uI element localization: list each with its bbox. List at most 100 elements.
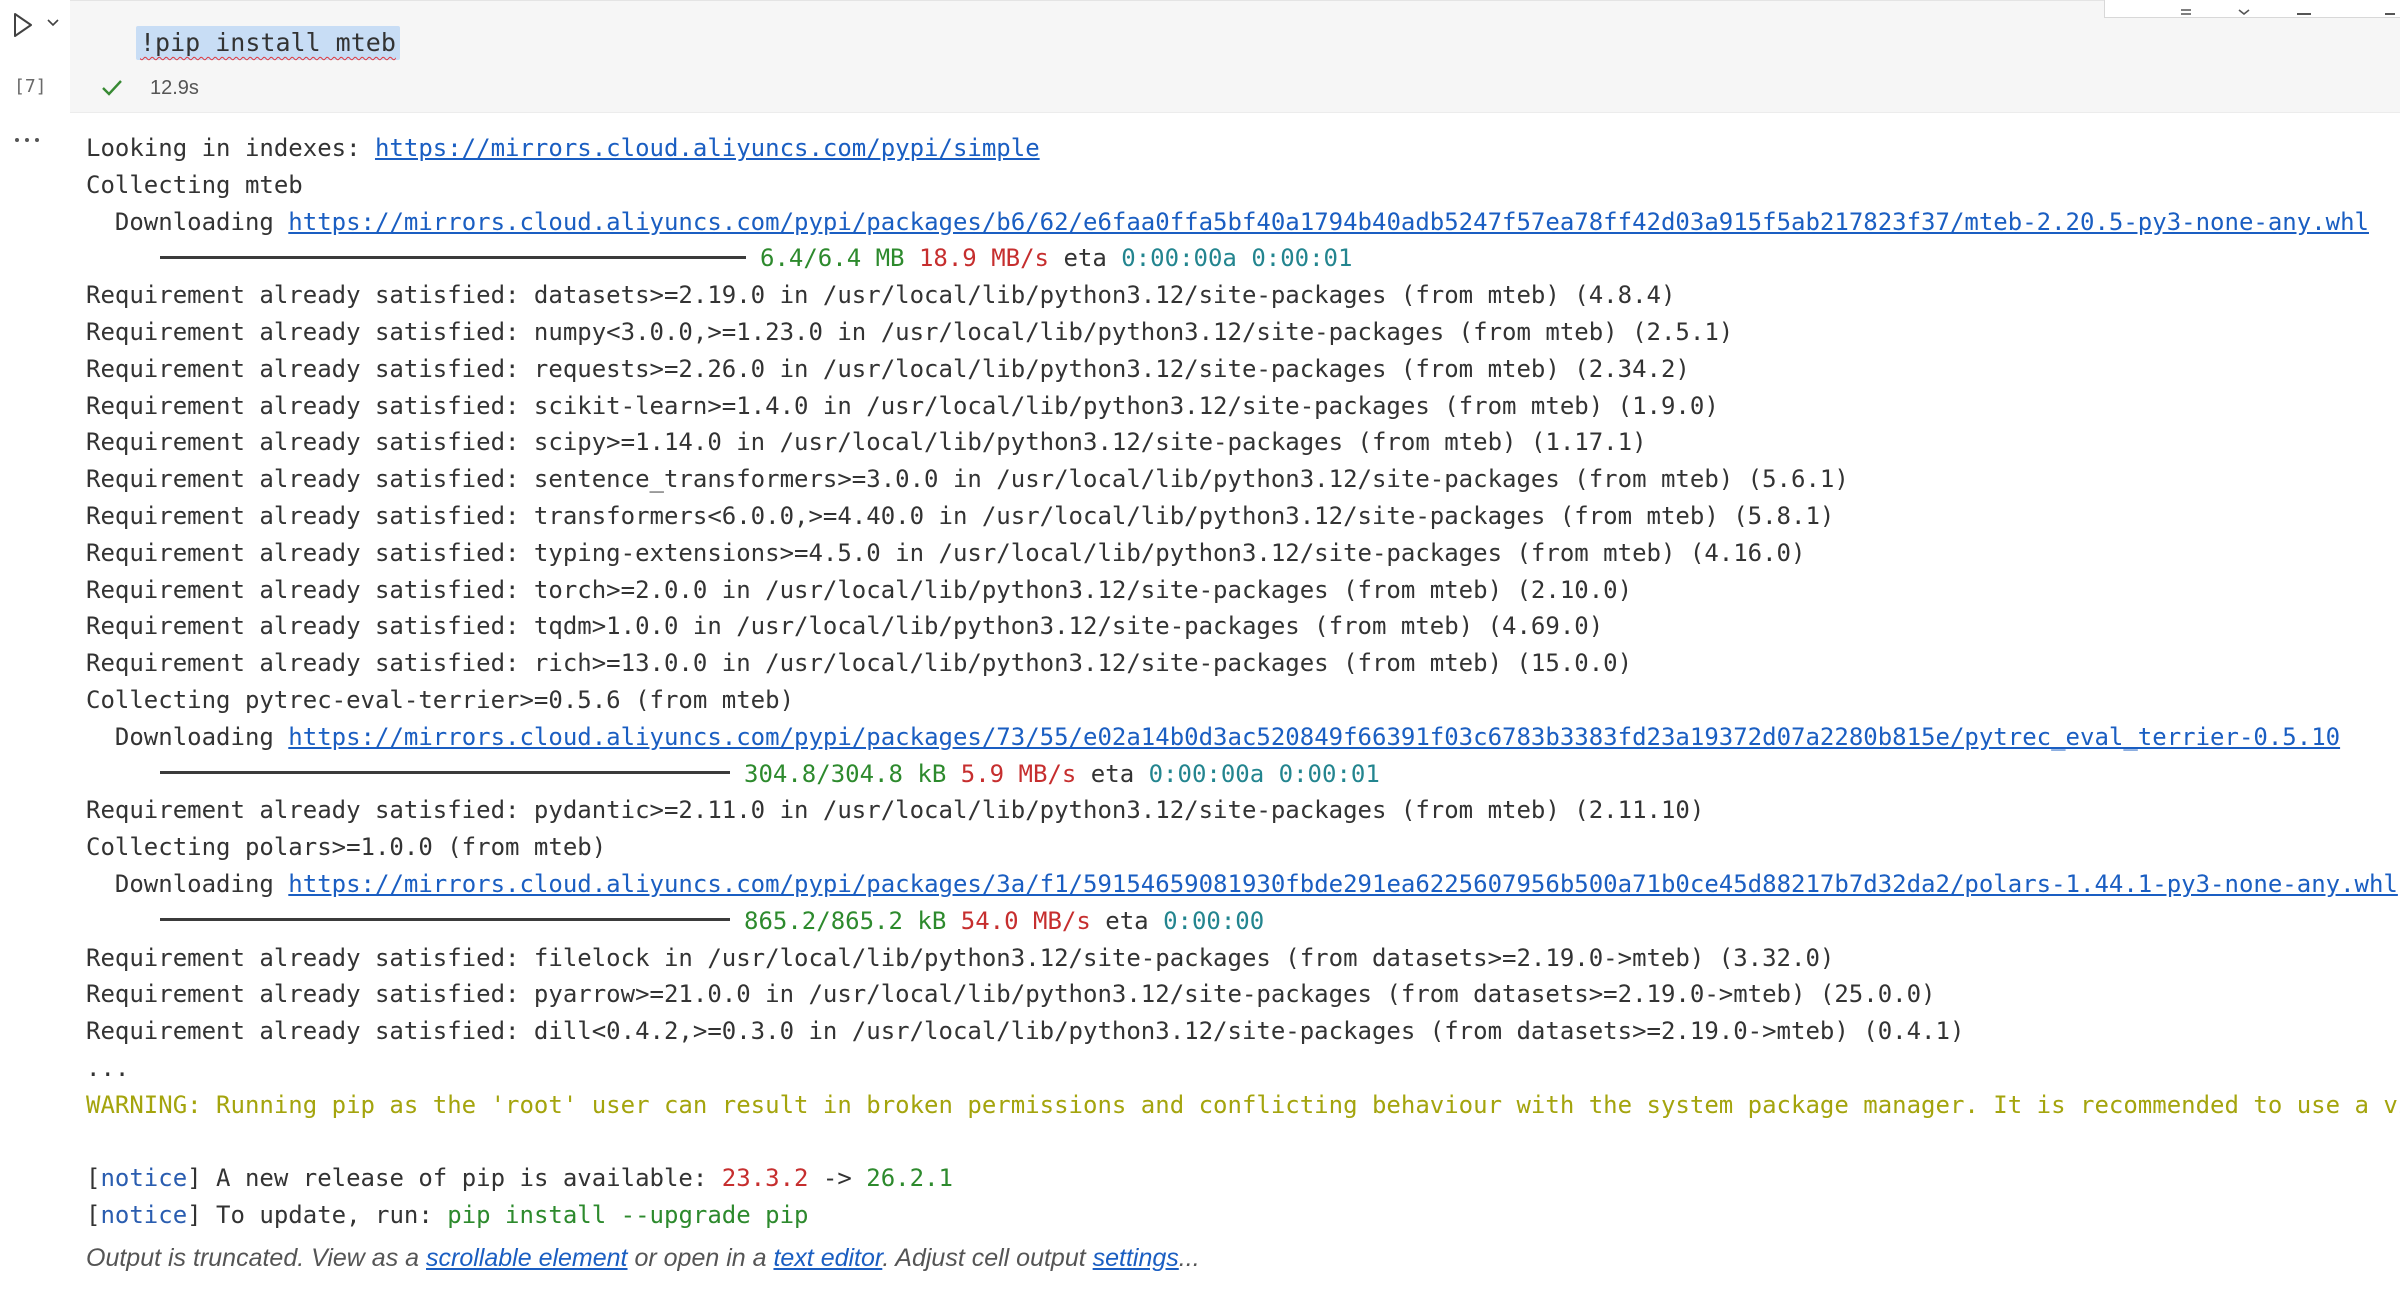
output-line: Requirement already satisfied: pydantic>… (86, 792, 2400, 829)
output-text: ... (86, 1053, 130, 1082)
eta-value-2: 0:00:01 (1251, 244, 1353, 273)
output-text: Requirement already satisfied: scikit-le… (86, 391, 1719, 420)
output-line: Collecting polars>=1.0.0 (from mteb) (86, 829, 2400, 866)
output-text: [ (86, 1201, 101, 1230)
output-text: 26.2.1 (866, 1164, 953, 1193)
eta-label: eta (1105, 906, 1149, 935)
output-text: Requirement already satisfied: transform… (86, 501, 1835, 530)
progress-line: 865.2/865.2 kB 54.0 MB/s eta 0:00:00 (86, 903, 2400, 940)
output-text: Requirement already satisfied: rich>=13.… (86, 649, 1633, 678)
output-line: Requirement already satisfied: transform… (86, 498, 2400, 535)
text-editor-link[interactable]: text editor (773, 1244, 882, 1272)
output-menu-button[interactable] (10, 128, 44, 152)
split-cell-icon[interactable] (2177, 0, 2195, 15)
output-text: Requirement already satisfied: numpy<3.0… (86, 317, 1734, 346)
scrollable-element-link[interactable]: scrollable element (426, 1244, 628, 1272)
truncation-suffix: . Adjust cell output (882, 1244, 1093, 1272)
execution-duration: 12.9s (150, 77, 199, 99)
output-text: Downloading (86, 869, 289, 898)
output-link[interactable]: https://mirrors.cloud.aliyuncs.com/pypi/… (288, 870, 2398, 898)
output-text: pip install --upgrade pip (447, 1201, 809, 1230)
output-line: [notice] To update, run: pip install --u… (86, 1197, 2400, 1234)
delete-cell-icon[interactable] (2381, 0, 2399, 15)
output-text: Requirement already satisfied: requests>… (86, 354, 1690, 383)
output-line: Requirement already satisfied: scipy>=1.… (86, 424, 2400, 461)
truncation-notice: Output is truncated. View as a scrollabl… (86, 1244, 1200, 1273)
progress-line: 6.4/6.4 MB 18.9 MB/s eta 0:00:00a 0:00:0… (86, 240, 2400, 277)
code-line[interactable]: !pip install mteb (136, 26, 400, 60)
run-options-button[interactable] (42, 12, 64, 34)
run-controls (8, 8, 68, 42)
download-size: 6.4/6.4 MB (760, 244, 905, 273)
run-cell-button[interactable] (8, 8, 38, 42)
output-line: Requirement already satisfied: pyarrow>=… (86, 976, 2400, 1013)
eta-value-2: 0:00:01 (1278, 759, 1380, 788)
output-line: Requirement already satisfied: dill<0.4.… (86, 1013, 2400, 1050)
output-text: Requirement already satisfied: tqdm>1.0.… (86, 612, 1604, 641)
output-line: Requirement already satisfied: scikit-le… (86, 388, 2400, 425)
output-link[interactable]: https://mirrors.cloud.aliyuncs.com/pypi/… (375, 134, 1040, 162)
eta-value: 0:00:00 (1163, 906, 1265, 935)
progress-line: 304.8/304.8 kB 5.9 MB/s eta 0:00:00a 0:0… (86, 756, 2400, 793)
output-text: Requirement already satisfied: sentence_… (86, 465, 1849, 494)
output-text: ] To update, run: (187, 1201, 448, 1230)
output-line: Downloading https://mirrors.cloud.aliyun… (86, 866, 2400, 903)
output-line: Requirement already satisfied: requests>… (86, 351, 2400, 388)
output-text: Requirement already satisfied: pyarrow>=… (86, 980, 1936, 1009)
output-link[interactable]: https://mirrors.cloud.aliyuncs.com/pypi/… (288, 723, 2340, 751)
progress-bar (160, 255, 746, 259)
output-text: Collecting pytrec-eval-terrier>=0.5.6 (f… (86, 685, 795, 714)
output-text: notice (100, 1164, 188, 1193)
output-text: Requirement already satisfied: datasets>… (86, 281, 1676, 310)
notebook: [7] !pip install mteb 12.9s Looking in i… (0, 0, 2400, 1291)
output-text: [ (86, 1164, 101, 1193)
settings-link[interactable]: settings (1093, 1244, 1179, 1272)
output-text: -> (808, 1164, 867, 1193)
more-actions-icon[interactable] (2295, 0, 2313, 15)
output-line: Downloading https://mirrors.cloud.aliyun… (86, 719, 2400, 756)
cell-toolbar (2104, 0, 2400, 18)
download-speed: 18.9 MB/s (918, 244, 1049, 273)
output-line: [notice] A new release of pip is availab… (86, 1160, 2400, 1197)
output-text: Collecting polars>=1.0.0 (from mteb) (86, 833, 607, 862)
output-line: WARNING: Running pip as the 'root' user … (86, 1087, 2400, 1124)
output-text: notice (100, 1201, 188, 1230)
output-line: Requirement already satisfied: typing-ex… (86, 535, 2400, 572)
output-link[interactable]: https://mirrors.cloud.aliyuncs.com/pypi/… (288, 208, 2369, 236)
ellipsis-icon (15, 138, 39, 142)
output-line: Looking in indexes: https://mirrors.clou… (86, 130, 2400, 167)
output-text: WARNING: Running pip as the 'root' user … (86, 1090, 2400, 1119)
eta-label: eta (1063, 244, 1107, 273)
eta-value: 0:00:00a (1121, 244, 1237, 273)
progress-bar (160, 771, 730, 775)
cell-output: Looking in indexes: https://mirrors.clou… (86, 130, 2400, 1234)
play-icon (14, 13, 32, 37)
output-text: ] A new release of pip is available: (187, 1164, 722, 1193)
truncation-prefix: Output is truncated. View as a (86, 1244, 427, 1272)
output-line: Requirement already satisfied: filelock … (86, 940, 2400, 977)
eta-value: 0:00:00a (1148, 759, 1265, 788)
eta-label: eta (1090, 759, 1135, 788)
output-line: Requirement already satisfied: numpy<3.0… (86, 314, 2400, 351)
output-text: Requirement already satisfied: pydantic>… (86, 796, 1705, 825)
output-text: Requirement already satisfied: typing-ex… (86, 538, 1806, 567)
output-text: Looking in indexes: (86, 134, 375, 162)
output-text: Collecting mteb (86, 170, 303, 199)
output-text: 23.3.2 (721, 1164, 809, 1193)
output-line: Requirement already satisfied: sentence_… (86, 461, 2400, 498)
download-speed: 54.0 MB/s (960, 906, 1091, 935)
run-by-line-icon[interactable] (2235, 0, 2253, 15)
output-line: ... (86, 1050, 2400, 1087)
output-line: Requirement already satisfied: torch>=2.… (86, 572, 2400, 609)
download-size: 865.2/865.2 kB (744, 906, 947, 935)
download-speed: 5.9 MB/s (960, 759, 1077, 788)
output-text: Downloading (86, 722, 289, 751)
output-text: Requirement already satisfied: dill<0.4.… (86, 1017, 1965, 1046)
truncation-ellipsis: ... (1178, 1244, 1200, 1272)
code-editor[interactable]: !pip install mteb (70, 0, 2400, 68)
output-line: Downloading https://mirrors.cloud.aliyun… (86, 204, 2400, 241)
output-text: Requirement already satisfied: scipy>=1.… (86, 428, 1647, 457)
output-text: Downloading (86, 207, 289, 236)
progress-bar (160, 918, 730, 922)
